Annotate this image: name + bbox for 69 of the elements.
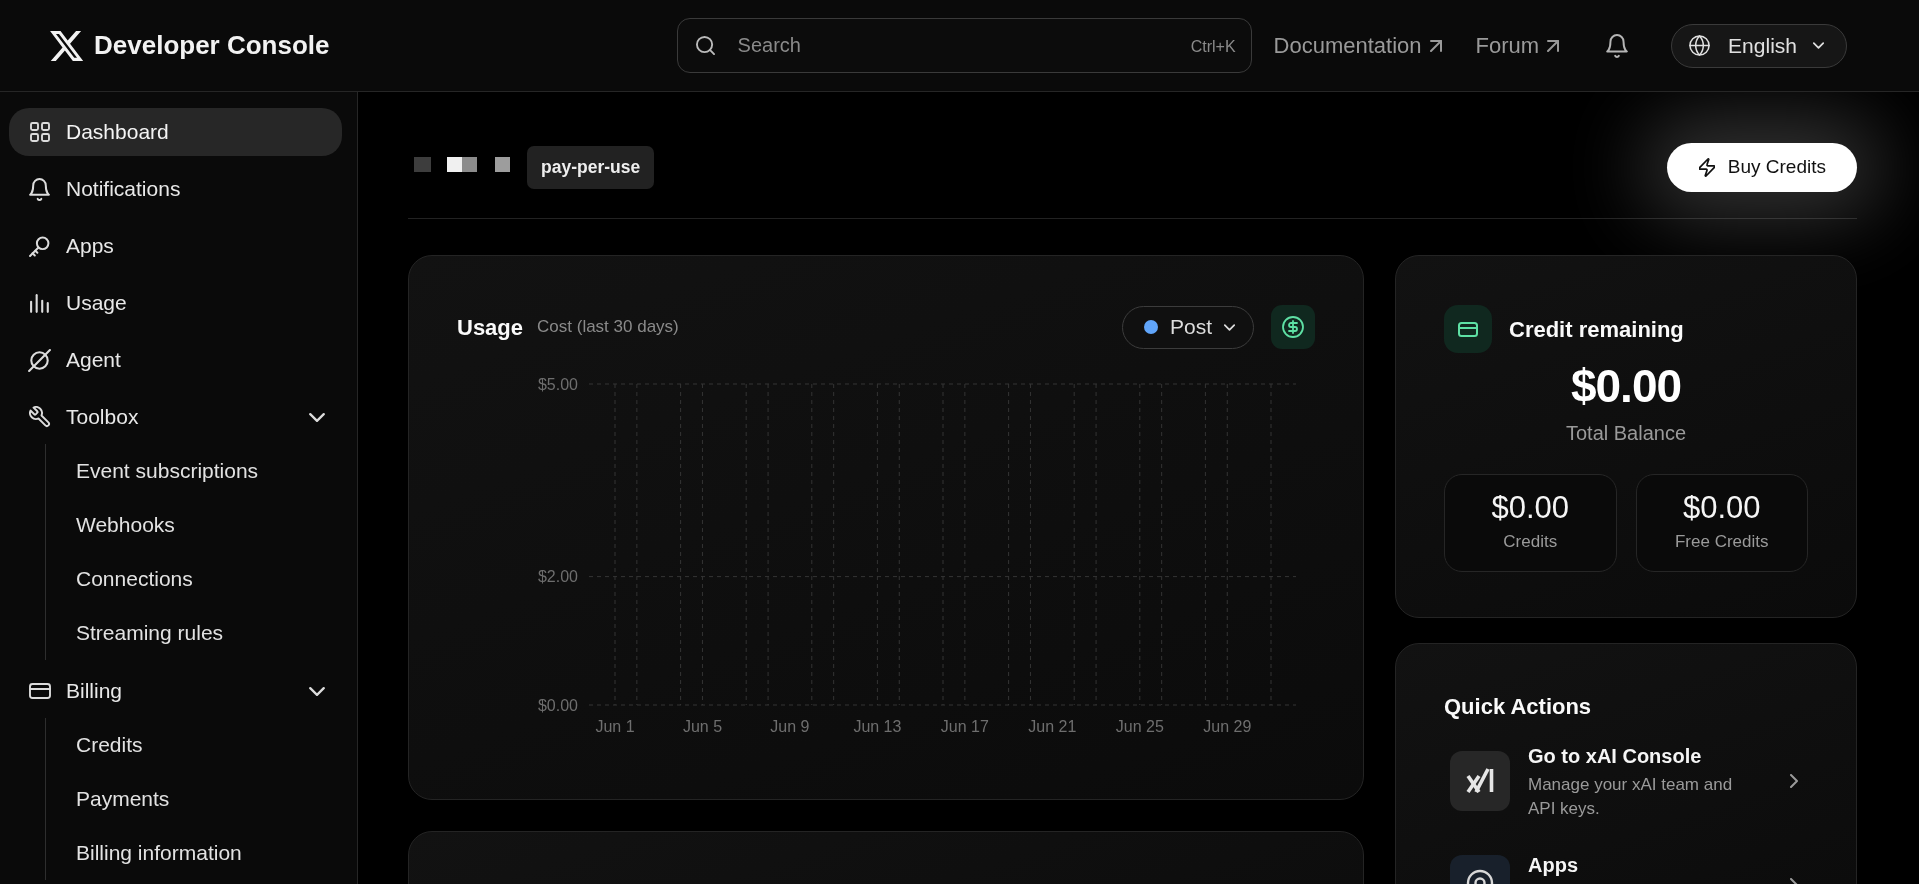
card-title: Quick Actions: [1444, 693, 1593, 721]
balance-label: Free Credits: [1675, 530, 1769, 553]
y-axis-label: $0.00: [537, 696, 578, 714]
bar-chart-icon: [29, 293, 50, 313]
quick-action[interactable]: Apps: [1444, 855, 1808, 884]
wrench-icon: [28, 406, 51, 428]
buy-credits-button[interactable]: Buy Credits: [1666, 143, 1857, 192]
sidebar-subitem[interactable]: Streaming rules: [52, 606, 342, 660]
pixel-pattern-icon: [414, 156, 510, 172]
card-title: Usage: [457, 313, 524, 342]
nav-link[interactable]: Forum: [1475, 29, 1560, 62]
total-balance-amount: $0.00: [1570, 363, 1682, 409]
chevron-down-icon: [1224, 323, 1235, 331]
sidebar-subitem[interactable]: Webhooks: [52, 498, 342, 552]
grid-icon: [29, 122, 50, 142]
lightning-icon: [1698, 158, 1715, 177]
x-axis-label: Jun 13: [853, 717, 902, 735]
currency-toggle-button[interactable]: [1271, 305, 1315, 349]
sidebar-item[interactable]: Agent: [9, 336, 342, 384]
balance-label: Credits: [1503, 530, 1558, 553]
x-logo-icon: [50, 30, 83, 61]
bell-icon: [29, 177, 50, 201]
x-axis-label: Jun 1: [595, 717, 635, 735]
credit-card-icon: [28, 683, 51, 699]
sidebar-subitem[interactable]: Credits: [52, 718, 342, 772]
x-axis-label: Jun 25: [1115, 717, 1164, 735]
logo-tile-icon: [1450, 751, 1510, 811]
action-title: Go to xAI Console: [1528, 744, 1703, 769]
sidebar-item[interactable]: Billing: [9, 667, 342, 715]
bell-icon: [1606, 33, 1629, 58]
sidebar-subitem[interactable]: Event subscriptions: [52, 444, 342, 498]
chevron-right-icon: [1790, 774, 1798, 788]
x-axis-label: Jun 29: [1203, 717, 1252, 735]
sidebar-subitem[interactable]: Billing information: [52, 826, 342, 880]
notifications-button[interactable]: [1606, 33, 1629, 58]
credit-card-icon: [1444, 305, 1492, 353]
sidebar-item[interactable]: Usage: [9, 279, 342, 327]
sidebar-item[interactable]: Dashboard: [9, 108, 342, 156]
language-selector[interactable]: English: [1671, 23, 1847, 68]
nav-link[interactable]: Documentation: [1273, 29, 1442, 62]
action-description: Manage your xAI team and API keys.: [1528, 774, 1734, 820]
y-axis-label: $5.00: [537, 375, 578, 393]
sidebar-subitem[interactable]: Connections: [52, 552, 342, 606]
sidebar-item[interactable]: Toolbox: [9, 393, 342, 441]
card-subtitle: Cost (last 30 days): [537, 316, 679, 339]
globe-icon: [1689, 35, 1711, 56]
action-title: Apps: [1528, 853, 1578, 878]
x-axis-label: Jun 9: [770, 717, 810, 735]
series-dropdown[interactable]: Post: [1121, 305, 1254, 349]
x-axis-label: Jun 21: [1028, 717, 1077, 735]
shortcut-hint: Ctrl+K: [1190, 37, 1236, 57]
sidebar-item[interactable]: Notifications: [9, 165, 342, 213]
y-axis-label: $2.00: [537, 568, 578, 586]
total-balance-label: Total Balance: [1565, 421, 1687, 446]
dollar-icon: [1282, 316, 1304, 338]
balance-amount: $0.00: [1491, 491, 1570, 525]
quick-action[interactable]: Go to xAI Console Manage your xAI team and API keys.: [1444, 741, 1808, 821]
plan-tag: pay-per-use: [527, 146, 655, 189]
x-axis-label: Jun 5: [682, 717, 723, 735]
chevron-down-icon: [1813, 42, 1824, 49]
card-title: Credit remaining: [1509, 315, 1684, 344]
slashed-circle-icon: [28, 348, 51, 372]
key-icon: [29, 235, 50, 257]
sidebar-item[interactable]: Apps: [9, 222, 342, 270]
app-title: Developer Console: [94, 29, 330, 62]
x-axis-label: Jun 17: [940, 717, 989, 735]
sidebar-subitem[interactable]: Payments: [52, 772, 342, 826]
search-icon: [695, 36, 715, 55]
balance-amount: $0.00: [1682, 491, 1761, 525]
